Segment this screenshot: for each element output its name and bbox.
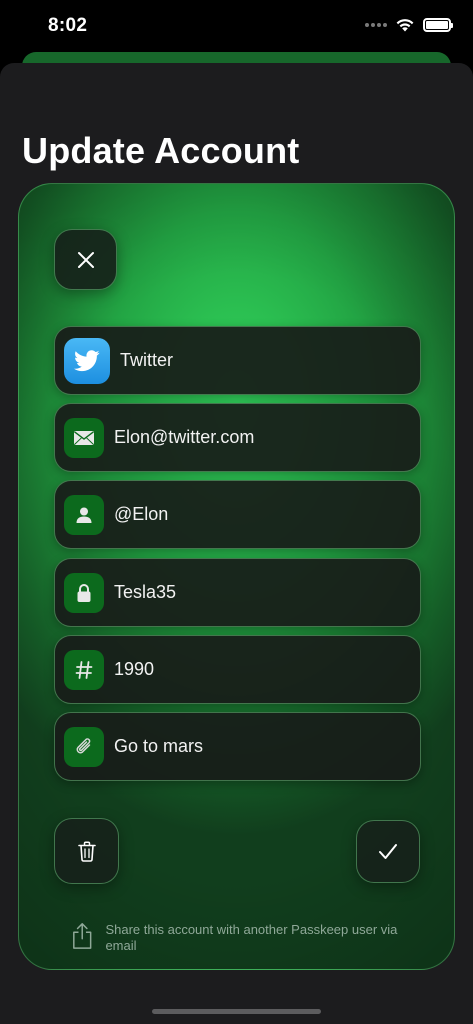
share-icon <box>73 923 92 949</box>
email-value: Elon@twitter.com <box>114 427 255 447</box>
confirm-button[interactable] <box>356 820 420 883</box>
note-field[interactable]: Go to mars <box>54 712 421 781</box>
share-via-email-row[interactable]: Share this account with another Passkeep… <box>71 921 411 954</box>
trash-icon <box>77 841 96 862</box>
delete-button[interactable] <box>54 818 119 884</box>
status-time: 8:02 <box>48 15 88 36</box>
cellular-signal-icon <box>365 22 387 27</box>
share-text: Share this account with another Passkeep… <box>105 922 398 953</box>
close-icon <box>77 251 94 268</box>
account-card: Twitter Elon@twitter.com @Elon Tesla35 1… <box>18 183 455 970</box>
status-icons <box>365 17 453 32</box>
username-field[interactable]: @Elon <box>54 480 421 549</box>
home-indicator[interactable] <box>152 1009 321 1014</box>
checkmark-icon <box>379 844 397 859</box>
number-value: 1990 <box>114 659 155 679</box>
account-name-field[interactable]: Twitter <box>54 326 421 395</box>
lock-icon <box>64 572 104 613</box>
email-field[interactable]: Elon@twitter.com <box>54 403 421 472</box>
hashtag-icon <box>64 649 104 690</box>
status-bar: 8:02 <box>0 0 473 52</box>
note-value: Go to mars <box>114 736 204 756</box>
username-value: @Elon <box>114 504 169 524</box>
password-field[interactable]: Tesla35 <box>54 558 421 627</box>
envelope-icon <box>64 417 104 458</box>
account-name-value: Twitter <box>120 350 174 370</box>
twitter-logo-icon <box>64 337 110 384</box>
wifi-icon <box>396 19 414 32</box>
person-icon <box>64 494 104 535</box>
password-value: Tesla35 <box>114 582 177 602</box>
number-field[interactable]: 1990 <box>54 635 421 704</box>
page-title: Update Account <box>22 130 300 171</box>
battery-icon <box>423 17 453 32</box>
close-button[interactable] <box>54 229 117 290</box>
paperclip-icon <box>64 726 104 767</box>
